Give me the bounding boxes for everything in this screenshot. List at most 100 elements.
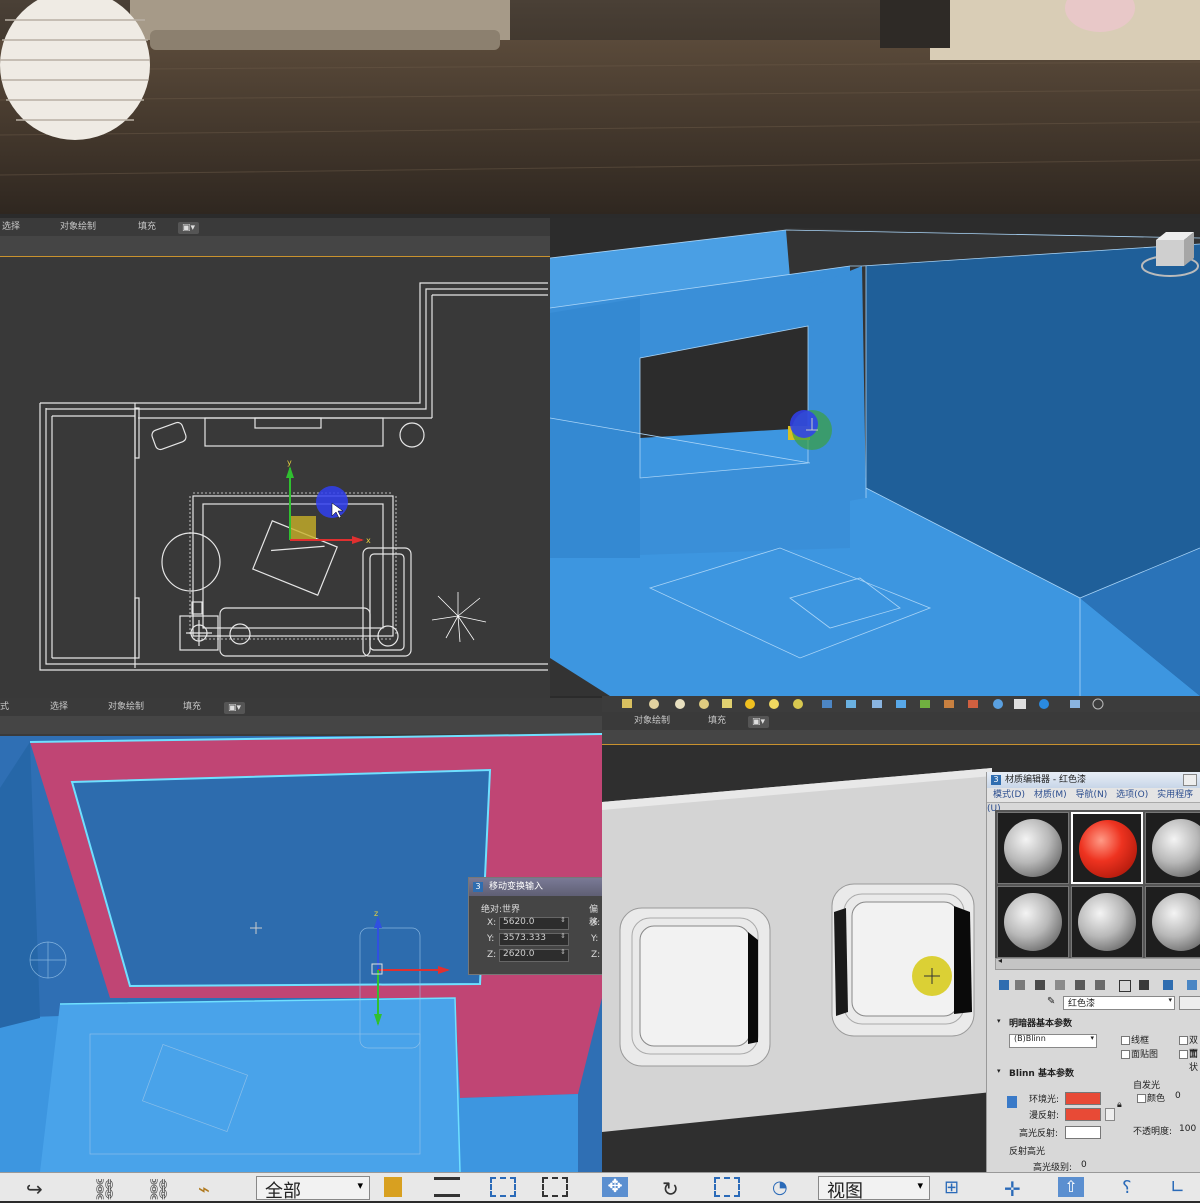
reference-coord-dropdown-icon[interactable]: ▾ bbox=[917, 1179, 923, 1192]
y-spinner[interactable]: 3573.333 ⇕ bbox=[499, 932, 569, 946]
diffuse-map-button[interactable] bbox=[1105, 1108, 1115, 1121]
go-parent-icon[interactable] bbox=[1187, 980, 1197, 990]
sample-slot-2-active[interactable] bbox=[1071, 812, 1143, 884]
material-type-button[interactable] bbox=[1179, 996, 1200, 1010]
diffuse-color-swatch[interactable] bbox=[1065, 1108, 1101, 1121]
shader-dropdown-icon[interactable]: ▾ bbox=[1090, 1034, 1094, 1042]
select-object-icon[interactable] bbox=[384, 1177, 402, 1197]
show-end-icon[interactable] bbox=[1163, 980, 1173, 990]
specular-color-swatch[interactable] bbox=[1065, 1126, 1101, 1139]
offset-z-label: Z: bbox=[591, 950, 601, 960]
offset-x-label: X: bbox=[591, 918, 601, 928]
rect-selection-icon[interactable] bbox=[490, 1177, 516, 1197]
sample-slot-5[interactable] bbox=[1071, 886, 1143, 958]
self-illum-value: 0 bbox=[1175, 1091, 1181, 1101]
lock-ambient-diffuse-icon[interactable] bbox=[1007, 1096, 1017, 1108]
scroll-left-icon[interactable]: ◂ bbox=[998, 956, 1002, 965]
snaps-toggle-icon[interactable]: ⸮ bbox=[1122, 1177, 1148, 1198]
floor-plan-drawing: y x bbox=[39, 282, 548, 671]
material-editor-tools bbox=[995, 978, 1200, 992]
eyedropper-icon[interactable]: ✎ bbox=[1047, 996, 1055, 1007]
get-material-icon[interactable] bbox=[999, 980, 1009, 990]
two-sided-checkbox[interactable] bbox=[1179, 1036, 1188, 1045]
z-spinner[interactable]: 2620.0 ⇕ bbox=[499, 948, 569, 962]
menu-navigation[interactable]: 导航(N) bbox=[1076, 790, 1108, 800]
x-spinner[interactable]: 5620.0 ⇕ bbox=[499, 916, 569, 930]
pivot-center-icon[interactable]: ⊞ bbox=[944, 1177, 970, 1198]
select-and-scale-icon[interactable] bbox=[714, 1177, 740, 1197]
specular-label: 高光反射: bbox=[1019, 1129, 1059, 1139]
redo-icon[interactable]: ↪ bbox=[26, 1177, 52, 1201]
menu-options[interactable]: 选项(O) bbox=[1116, 790, 1148, 800]
sample-slot-6[interactable] bbox=[1145, 886, 1200, 958]
wire-checkbox[interactable] bbox=[1121, 1036, 1130, 1045]
offset-y-label: Y: bbox=[591, 934, 599, 944]
angle-snap-icon[interactable]: ∟ bbox=[1170, 1177, 1196, 1198]
menu-mode[interactable]: 模式(D) bbox=[993, 790, 1025, 800]
reset-map-icon[interactable] bbox=[1055, 980, 1065, 990]
self-illum-color-checkbox[interactable] bbox=[1137, 1094, 1146, 1103]
y-spinner-arrows-icon[interactable]: ⇕ bbox=[560, 932, 566, 940]
perspective-viewport-walls[interactable] bbox=[550, 218, 1200, 696]
minimize-icon[interactable] bbox=[1183, 774, 1197, 786]
y-label: Y: bbox=[487, 934, 495, 944]
shader-type-dropdown[interactable]: (B)Blinn ▾ bbox=[1009, 1034, 1097, 1048]
show-map-icon[interactable] bbox=[1139, 980, 1149, 990]
z-spinner-arrows-icon[interactable]: ⇕ bbox=[560, 948, 566, 956]
unique-icon[interactable] bbox=[1095, 980, 1105, 990]
material-editor-title: 材质编辑器 - 红色漆 bbox=[1005, 775, 1086, 785]
select-manipulate-icon[interactable]: ✛ bbox=[1004, 1177, 1030, 1201]
link-icon[interactable]: ⛓ bbox=[92, 1177, 118, 1201]
blinn-section-title: Blinn 基本参数 bbox=[1009, 1069, 1074, 1079]
material-editor-menu: 模式(D) 材质(M) 导航(N) 选项(O) 实用程序(U) bbox=[987, 788, 1200, 814]
keyboard-shortcut-icon[interactable]: ⇧ bbox=[1058, 1177, 1084, 1197]
select-and-move-icon[interactable]: ✥ bbox=[602, 1177, 628, 1197]
faceted-checkbox[interactable] bbox=[1179, 1050, 1188, 1059]
lock-icon[interactable]: 🔒︎ bbox=[1117, 1100, 1122, 1110]
window-crossing-icon[interactable] bbox=[542, 1177, 568, 1197]
assign-material-icon[interactable] bbox=[1035, 980, 1045, 990]
render-preview-image bbox=[0, 0, 1200, 214]
x-value: 5620.0 bbox=[503, 917, 535, 927]
blinn-rollout-toggle-icon[interactable]: ▾ bbox=[997, 1067, 1001, 1075]
top-viewport[interactable]: 选择 对象绘制 填充 ▣▾ y x bbox=[0, 218, 550, 698]
material-id-icon[interactable] bbox=[1119, 980, 1131, 992]
selection-filter-value: 全部 bbox=[265, 1181, 301, 1202]
menu-material[interactable]: 材质(M) bbox=[1034, 790, 1067, 800]
perspective-viewport-tv-wall[interactable]: 式 选择 对象绘制 填充 ▣▾ z 3 移动变换输入 绝对:世界 偏移 X: 5… bbox=[0, 698, 602, 1172]
copy-material-icon[interactable] bbox=[1075, 980, 1085, 990]
selection-filter-dropdown[interactable]: 全部 ▾ bbox=[256, 1176, 370, 1202]
x-spinner-arrows-icon[interactable]: ⇕ bbox=[560, 916, 566, 924]
toolbar-icon bbox=[622, 699, 632, 708]
x-label: X: bbox=[487, 918, 497, 928]
select-and-place-icon[interactable]: ◔ bbox=[772, 1177, 798, 1198]
dialog-title-bar[interactable]: 3 移动变换输入 bbox=[469, 878, 602, 896]
move-transform-dialog[interactable]: 3 移动变换输入 绝对:世界 偏移 X: 5620.0 ⇕ Y: 3573.33… bbox=[468, 877, 602, 975]
material-editor-title-bar[interactable]: 3 材质编辑器 - 红色漆 bbox=[987, 772, 1200, 788]
ambient-label: 环境光: bbox=[1029, 1095, 1060, 1105]
shader-rollout-toggle-icon[interactable]: ▾ bbox=[997, 1017, 1001, 1025]
blinn-rollout[interactable]: ▾ Blinn 基本参数 bbox=[995, 1066, 1200, 1080]
z-value: 2620.0 bbox=[503, 949, 535, 959]
material-name-field[interactable]: 红色漆 ▾ bbox=[1063, 996, 1175, 1010]
spec-level-value[interactable]: 0 bbox=[1081, 1160, 1087, 1170]
reference-coord-value: 视图 bbox=[827, 1181, 863, 1202]
reference-coord-dropdown[interactable]: 视图 ▾ bbox=[818, 1176, 930, 1202]
sample-scrollbar[interactable]: ◂ bbox=[995, 956, 1200, 970]
unlink-icon[interactable]: ⛓ bbox=[146, 1177, 172, 1201]
sample-slot-1[interactable] bbox=[997, 812, 1069, 884]
selection-filter-dropdown-icon[interactable]: ▾ bbox=[357, 1179, 363, 1192]
bind-space-warp-icon[interactable]: ⌁ bbox=[198, 1177, 224, 1201]
face-map-checkbox[interactable] bbox=[1121, 1050, 1130, 1059]
put-material-icon[interactable] bbox=[1015, 980, 1025, 990]
shader-rollout[interactable]: ▾ 明暗器基本参数 bbox=[995, 1016, 1200, 1030]
material-name-dropdown-icon[interactable]: ▾ bbox=[1168, 996, 1172, 1004]
ambient-color-swatch[interactable] bbox=[1065, 1092, 1101, 1105]
select-by-name-icon[interactable] bbox=[434, 1177, 460, 1197]
dialog-title: 移动变换输入 bbox=[489, 882, 544, 892]
material-name-row: ✎ 红色漆 ▾ bbox=[1047, 996, 1200, 1010]
sample-slot-3[interactable] bbox=[1145, 812, 1200, 884]
sample-slot-4[interactable] bbox=[997, 886, 1069, 958]
select-and-rotate-icon[interactable]: ↻ bbox=[662, 1177, 688, 1201]
material-editor-window[interactable]: 3 材质编辑器 - 红色漆 模式(D) 材质(M) 导航(N) 选项(O) 实用… bbox=[986, 772, 1200, 1173]
